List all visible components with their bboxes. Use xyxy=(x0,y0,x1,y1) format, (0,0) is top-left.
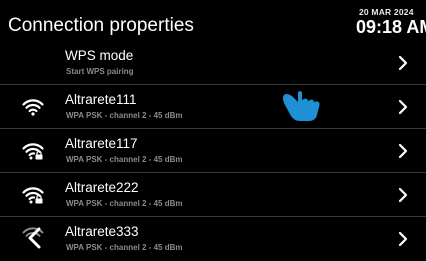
network-item-altrarete111[interactable]: Altrarete111 WPA PSK - channel 2 - 45 dB… xyxy=(0,86,426,129)
network-details: WPA PSK - channel 2 - 45 dBm xyxy=(66,155,183,164)
header-bar: Connection properties 20 MAR 2024 09:18 … xyxy=(0,0,426,42)
network-details: WPA PSK - channel 2 - 45 dBm xyxy=(66,199,183,208)
time-label: 09:18 AM xyxy=(356,17,426,37)
wps-mode-item[interactable]: WPS mode Start WPS pairing xyxy=(0,42,426,85)
network-item-altrarete333[interactable]: Altrarete333 WPA PSK - channel 2 - 45 dB… xyxy=(0,218,426,261)
chevron-right-icon[interactable] xyxy=(396,231,410,247)
row-divider xyxy=(0,128,426,129)
row-divider xyxy=(0,172,426,173)
wps-mode-description: Start WPS pairing xyxy=(66,67,134,76)
chevron-right-icon[interactable] xyxy=(396,187,410,203)
network-name: Altrarete117 xyxy=(65,136,138,151)
chevron-right-icon[interactable] xyxy=(396,99,410,115)
date-label: 20 MAR 2024 xyxy=(359,7,414,17)
chevron-right-icon[interactable] xyxy=(396,55,410,71)
chevron-right-icon[interactable] xyxy=(396,143,410,159)
wifi-lock-icon xyxy=(22,143,44,160)
wifi-lock-icon xyxy=(22,187,44,204)
back-button[interactable] xyxy=(22,226,48,250)
network-item-altrarete117[interactable]: Altrarete117 WPA PSK - channel 2 - 45 dB… xyxy=(0,130,426,173)
network-name: Altrarete222 xyxy=(65,180,139,195)
wifi-icon xyxy=(22,99,44,116)
network-name: Altrarete333 xyxy=(65,224,139,239)
hand-pointer-icon xyxy=(282,91,320,121)
network-details: WPA PSK - channel 2 - 45 dBm xyxy=(66,243,183,252)
network-name: Altrarete111 xyxy=(65,92,137,107)
network-details: WPA PSK - channel 2 - 45 dBm xyxy=(66,111,183,120)
wps-mode-label: WPS mode xyxy=(65,48,134,63)
network-item-altrarete222[interactable]: Altrarete222 WPA PSK - channel 2 - 45 dB… xyxy=(0,174,426,217)
row-divider xyxy=(0,216,426,217)
row-divider xyxy=(0,84,426,85)
chevron-left-icon xyxy=(28,227,41,249)
page-title: Connection properties xyxy=(8,15,194,36)
